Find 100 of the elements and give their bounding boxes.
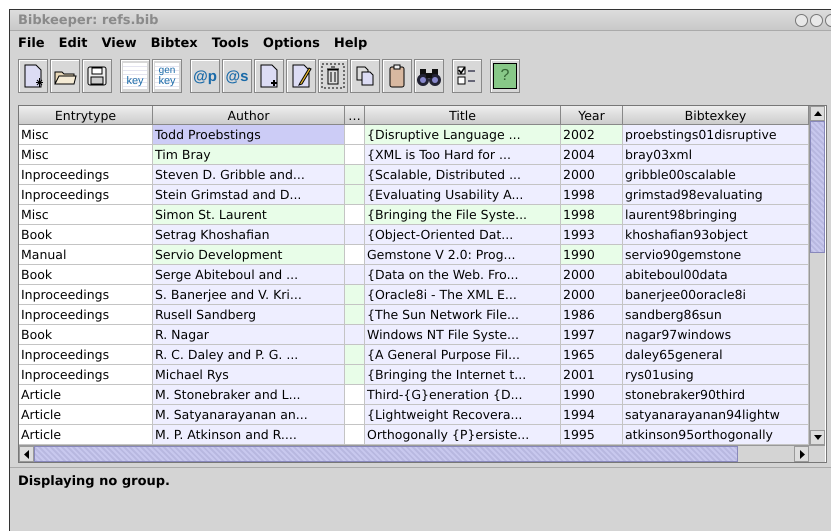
up-arrow-icon: [814, 109, 822, 118]
clipboard-icon: [388, 63, 406, 89]
minimize-button[interactable]: [795, 14, 808, 26]
column-header[interactable]: Author: [153, 106, 345, 125]
table-cell: Serge Abiteboul and ...: [153, 265, 345, 285]
open-button[interactable]: [50, 59, 80, 93]
table-cell: satyanarayanan94lightw: [623, 405, 809, 425]
table-cell: grimstad98evaluating: [623, 185, 809, 205]
menu-item[interactable]: Tools: [212, 36, 249, 50]
table-cell: 2000: [561, 265, 623, 285]
menu-item[interactable]: Edit: [58, 36, 88, 50]
new-file-icon: [22, 63, 44, 89]
table-cell: 1990: [561, 385, 623, 405]
new-entry-button[interactable]: [254, 59, 284, 93]
column-header[interactable]: …: [345, 106, 365, 125]
maximize-button[interactable]: [810, 14, 823, 26]
table-cell: Misc: [19, 205, 153, 225]
column-header[interactable]: Title: [365, 106, 561, 125]
at-button[interactable]: @s: [222, 59, 252, 93]
table-cell: nagar97windows: [623, 325, 809, 345]
table-cell: Inproceedings: [19, 305, 153, 325]
table-cell: 1998: [561, 205, 623, 225]
table-cell: Servio Development: [153, 245, 345, 265]
table-cell: {Scalable, Distributed ...: [365, 165, 561, 185]
column-header[interactable]: Bibtexkey: [623, 106, 809, 125]
trash-icon: [321, 63, 345, 89]
table-cell: Book: [19, 265, 153, 285]
table-cell: rys01using: [623, 365, 809, 385]
table-cell: Steven D. Gribble and...: [153, 165, 345, 185]
left-arrow-icon: [22, 450, 30, 458]
table-cell: Inproceedings: [19, 185, 153, 205]
table-cell: Misc: [19, 125, 153, 145]
horizontal-scrollbar[interactable]: [19, 445, 825, 462]
table-cell: Book: [19, 325, 153, 345]
table-cell: {Oracle8i - The XML E...: [365, 285, 561, 305]
table-cell: R. C. Daley and P. G. ...: [153, 345, 345, 365]
table-cell: abiteboul00data: [623, 265, 809, 285]
table-cell: 1994: [561, 405, 623, 425]
table-cell: khoshafian93object: [623, 225, 809, 245]
table-cell: {Lightweight Recovera...: [365, 405, 561, 425]
menu-item[interactable]: Options: [262, 36, 320, 50]
status-bar: Displaying no group.: [10, 467, 831, 495]
table-cell: {Object-Oriented Dat...: [365, 225, 561, 245]
table-cell: Manual: [19, 245, 153, 265]
at-button[interactable]: @p: [190, 59, 220, 93]
table-cell: daley65general: [623, 345, 809, 365]
table-cell: R. Nagar: [153, 325, 345, 345]
menu-item[interactable]: File: [18, 36, 45, 50]
new-database-button[interactable]: [18, 59, 48, 93]
table-cell: M. Satyanarayanan an...: [153, 405, 345, 425]
table-cell: {Data on the Web. Fro...: [365, 265, 561, 285]
table-cell: {The Sun Network File...: [365, 305, 561, 325]
table-cell: Todd Proebstings: [153, 125, 345, 145]
table-cell: {A General Purpose Fil...: [365, 345, 561, 365]
table-cell: 1993: [561, 225, 623, 245]
table-cell: Misc: [19, 145, 153, 165]
copy-button[interactable]: [350, 59, 380, 93]
table-cell: Third-{G}eneration {D...: [365, 385, 561, 405]
paste-button[interactable]: [382, 59, 412, 93]
menu-item[interactable]: View: [101, 36, 137, 50]
table-cell: 1990: [561, 245, 623, 265]
column-header[interactable]: Entrytype: [19, 106, 153, 125]
table-cell: Michael Rys: [153, 365, 345, 385]
table-cell: M. Stonebraker and L...: [153, 385, 345, 405]
table-cell: 2000: [561, 285, 623, 305]
table-cell: {Disruptive Language ...: [365, 125, 561, 145]
menu-item[interactable]: Help: [334, 36, 368, 50]
menu-item[interactable]: Bibtex: [150, 36, 198, 50]
table-cell: Book: [19, 225, 153, 245]
table-cell: Tim Bray: [153, 145, 345, 165]
table-cell: Gemstone V 2.0: Prog...: [365, 245, 561, 265]
table-cell: 1965: [561, 345, 623, 365]
table-cell: sandberg86sun: [623, 305, 809, 325]
table-cell: Inproceedings: [19, 285, 153, 305]
table-cell: Inproceedings: [19, 365, 153, 385]
table-cell: Windows NT File Syste...: [365, 325, 561, 345]
delete-button[interactable]: [318, 59, 348, 93]
table-cell: 2004: [561, 145, 623, 165]
table-cell: 1986: [561, 305, 623, 325]
table-cell: {Evaluating Usability A...: [365, 185, 561, 205]
search-button[interactable]: [414, 59, 444, 93]
right-arrow-icon: [798, 450, 806, 458]
table-cell: Article: [19, 385, 153, 405]
table-cell: gribble00scalable: [623, 165, 809, 185]
table-cell: laurent98bringing: [623, 205, 809, 225]
vertical-scrollbar[interactable]: [809, 106, 825, 445]
save-button[interactable]: [82, 59, 112, 93]
groups-button[interactable]: [452, 59, 482, 93]
table-cell: atkinson95orthogonally: [623, 425, 809, 445]
table-cell: M. P. Atkinson and R....: [153, 425, 345, 445]
table-cell: banerjee00oracle8i: [623, 285, 809, 305]
edit-button[interactable]: [286, 59, 316, 93]
table-cell: {Bringing the File Syste...: [365, 205, 561, 225]
column-header[interactable]: Year: [561, 106, 623, 125]
table-cell: Inproceedings: [19, 165, 153, 185]
table-cell: Stein Grimstad and D...: [153, 185, 345, 205]
table-cell: Rusell Sandberg: [153, 305, 345, 325]
table-cell: {XML is Too Hard for ...: [365, 145, 561, 165]
table-cell: {Bringing the Internet t...: [365, 365, 561, 385]
table-cell: bray03xml: [623, 145, 809, 165]
